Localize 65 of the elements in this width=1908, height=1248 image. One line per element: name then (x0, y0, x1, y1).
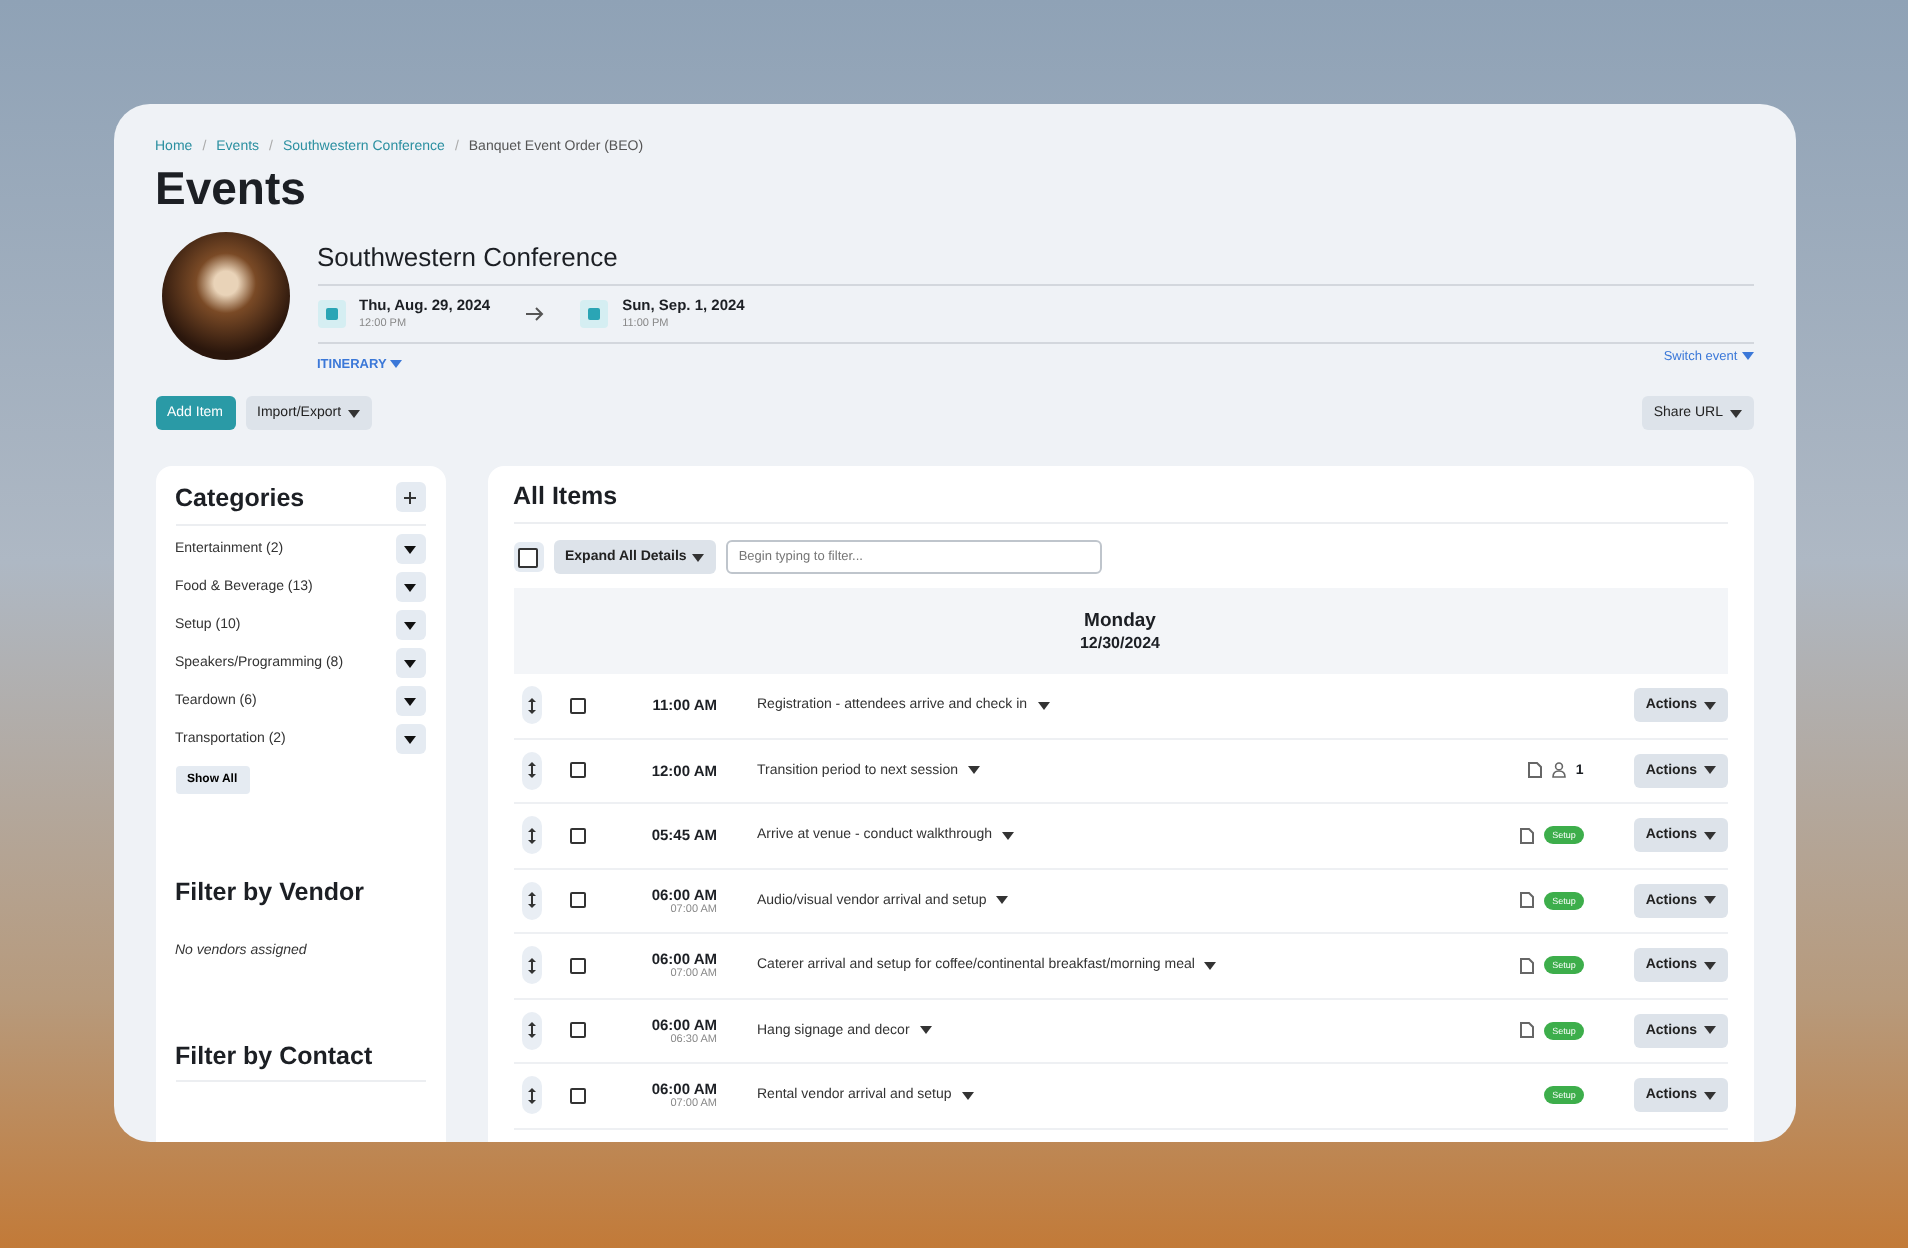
vertical-arrows-icon (527, 892, 535, 909)
person-icon (1551, 762, 1566, 779)
caret-icon (404, 621, 416, 629)
caret-icon (404, 735, 416, 743)
caret-icon (404, 583, 416, 591)
drag-handle[interactable] (521, 881, 541, 920)
caret-icon (1703, 766, 1715, 775)
category-dropdown-button[interactable] (395, 724, 425, 754)
page-title: Events (155, 162, 308, 216)
caret-icon (1703, 961, 1715, 970)
caret-icon (404, 659, 416, 667)
all-items-heading: All Items (513, 482, 618, 510)
caret-icon (996, 896, 1009, 905)
row-checkbox[interactable] (569, 957, 585, 974)
category-dropdown-button[interactable] (395, 572, 425, 602)
caret-icon (1741, 352, 1753, 360)
caret-icon (1002, 831, 1015, 840)
caret-icon (1037, 701, 1050, 710)
row-checkbox[interactable] (569, 1087, 585, 1104)
vertical-arrows-icon (527, 1022, 535, 1039)
plus-icon (404, 491, 416, 503)
caret-icon (1703, 896, 1715, 905)
drag-handle[interactable] (521, 946, 541, 985)
select-all-checkbox[interactable] (513, 542, 543, 572)
categories-heading: Categories (175, 483, 305, 511)
day-name: Monday (1084, 610, 1156, 632)
caret-icon (389, 360, 402, 368)
caret-icon (347, 409, 360, 417)
caret-icon (1729, 409, 1741, 417)
drag-handle[interactable] (521, 1011, 541, 1050)
add-category-button[interactable] (395, 482, 425, 512)
vertical-arrows-icon (527, 697, 535, 714)
category-dropdown-button[interactable] (395, 686, 425, 716)
caret-icon (404, 697, 416, 705)
category-dropdown-button[interactable] (395, 610, 425, 640)
caret-icon (1204, 961, 1217, 970)
contact-filter-heading: Filter by Contact (175, 1042, 425, 1082)
caret-icon (919, 1026, 932, 1035)
drag-handle[interactable] (521, 1076, 541, 1115)
caret-icon (692, 553, 705, 561)
event-name: Southwestern Conference (317, 232, 1753, 286)
caret-icon (968, 766, 981, 775)
vertical-arrows-icon (527, 1087, 535, 1104)
row-checkbox[interactable] (569, 697, 585, 714)
category-dropdown-button[interactable] (395, 648, 425, 678)
caret-icon (404, 545, 416, 553)
vertical-arrows-icon (527, 957, 535, 974)
caret-icon (1703, 1091, 1715, 1100)
drag-handle[interactable] (521, 816, 541, 855)
caret-icon (1703, 831, 1715, 840)
vertical-arrows-icon (527, 762, 535, 779)
caret-icon (961, 1091, 974, 1100)
vertical-arrows-icon (527, 827, 535, 844)
row-checkbox[interactable] (569, 827, 585, 844)
drag-handle[interactable] (521, 686, 541, 725)
caret-icon (1703, 701, 1715, 710)
caret-icon (1703, 1026, 1715, 1035)
row-checkbox[interactable] (569, 892, 585, 909)
row-checkbox[interactable] (569, 762, 585, 779)
vendor-filter-heading: Filter by Vendor (175, 878, 366, 910)
category-dropdown-button[interactable] (395, 534, 425, 564)
arrow-right-icon (526, 305, 545, 321)
row-checkbox[interactable] (569, 1022, 585, 1039)
day-date: 12/30/2024 (1079, 634, 1161, 652)
drag-handle[interactable] (521, 751, 541, 790)
